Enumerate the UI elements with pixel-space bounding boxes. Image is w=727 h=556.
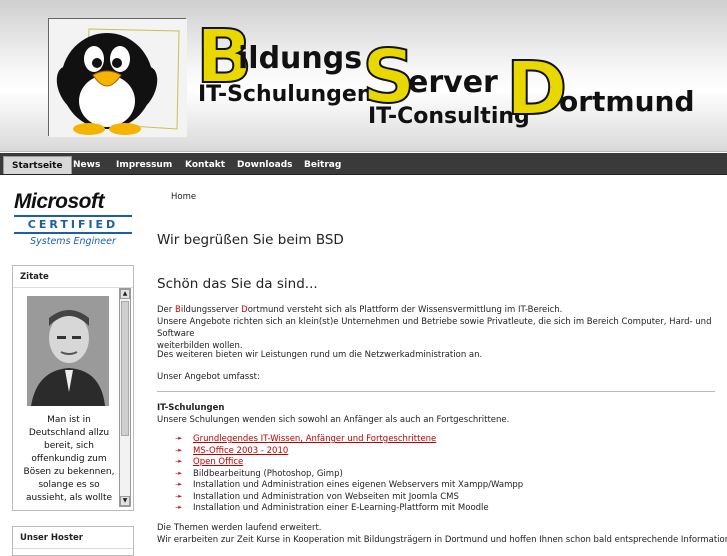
list-item: ➛ Installation und Administration einer E… bbox=[175, 503, 523, 515]
course-text: Bildbearbeitung (Photoshop, Gimp) bbox=[193, 468, 343, 479]
list-item: ➛ Bildbearbeitung (Photoshop, Gimp) bbox=[175, 469, 523, 481]
page-title: Wir begrüßen Sie beim BSD bbox=[157, 232, 344, 248]
intro-der: Der bbox=[157, 305, 175, 315]
sidebar: Microsoft CERTIFIED Systems Engineer Zit… bbox=[0, 176, 150, 556]
course-text: Installation und Administration von Webs… bbox=[193, 491, 459, 502]
intro-ildungsserver: ildungsserver bbox=[180, 305, 242, 315]
title-word-server: erver bbox=[408, 65, 498, 100]
footer-line-1: Die Themen werden laufend erweitert. bbox=[157, 523, 322, 533]
main-navigation: Startseite News Impressum Kontakt Downlo… bbox=[0, 153, 727, 175]
nav-item-beitrag[interactable]: Beitrag bbox=[296, 156, 349, 174]
scroll-down-icon[interactable]: ▼ bbox=[120, 496, 130, 506]
arrow-bullet-icon: ➛ bbox=[175, 503, 183, 513]
author-portrait bbox=[27, 296, 109, 406]
title-word-bildungs: ildungs bbox=[238, 41, 363, 76]
section-title: IT-Schulungen bbox=[157, 403, 225, 413]
course-link[interactable]: Grundlegendes IT-Wissen, Anfänger und Fo… bbox=[193, 434, 436, 444]
section-text: Unsere Schulungen wenden sich sowohl an … bbox=[157, 415, 510, 425]
course-link[interactable]: MS-Office 2003 - 2010 bbox=[193, 446, 288, 456]
arrow-bullet-icon: ➛ bbox=[175, 468, 183, 479]
divider bbox=[157, 391, 715, 392]
list-item[interactable]: ➛ Open Office bbox=[175, 457, 523, 469]
hoster-title: Unser Hoster bbox=[13, 527, 133, 549]
hoster-panel: Unser Hoster bbox=[12, 526, 134, 556]
nav-item-downloads[interactable]: Downloads bbox=[229, 156, 301, 174]
page-subtitle: Schön das Sie da sind... bbox=[157, 276, 318, 292]
intro-line-2: Unsere Angebote richten sich an klein(st… bbox=[157, 317, 712, 339]
list-item: ➛ Installation und Administration von Web… bbox=[175, 492, 523, 504]
nav-item-startseite[interactable]: Startseite bbox=[3, 156, 72, 174]
quote-text: Man ist in Deutschland allzu bereit, sic… bbox=[23, 415, 115, 503]
offer-paragraph: Unser Angebot umfasst: bbox=[157, 372, 260, 382]
quotes-title: Zitate bbox=[13, 266, 133, 288]
course-list: ➛ Grundlegendes IT-Wissen, Anfänger und F… bbox=[175, 434, 523, 515]
nav-item-kontakt[interactable]: Kontakt bbox=[177, 156, 233, 174]
quotes-panel: Zitate Man ist in Deutschland allzu bere… bbox=[12, 265, 134, 511]
arrow-bullet-icon: ➛ bbox=[175, 457, 183, 467]
arrow-bullet-icon: ➛ bbox=[175, 480, 183, 490]
subtitle-it-schulungen: IT-Schulungen bbox=[198, 82, 373, 107]
microsoft-certified-badge[interactable]: Microsoft CERTIFIED Systems Engineer bbox=[14, 190, 132, 247]
scroll-up-icon[interactable]: ▲ bbox=[120, 289, 130, 299]
course-link[interactable]: Open Office bbox=[193, 457, 243, 467]
list-item: ➛ Installation und Administration eines e… bbox=[175, 480, 523, 492]
quote-scrollbar[interactable]: ▲ ▼ bbox=[119, 288, 131, 507]
ms-role: Systems Engineer bbox=[30, 236, 116, 247]
course-text: Installation und Administration einer E-… bbox=[193, 503, 489, 513]
scroll-thumb[interactable] bbox=[121, 301, 129, 436]
penguin-logo bbox=[48, 18, 187, 137]
site-header: B ildungs IT-Schulungen S erver IT-Consu… bbox=[0, 0, 727, 152]
arrow-bullet-icon: ➛ bbox=[175, 445, 183, 456]
title-word-dortmund: ortmund bbox=[559, 85, 695, 118]
main-content: Home Wir begrüßen Sie beim BSD Schön das… bbox=[157, 176, 727, 545]
list-item[interactable]: ➛ Grundlegendes IT-Wissen, Anfänger und F… bbox=[175, 434, 523, 446]
footer-line-2: Wir erarbeiten zur Zeit Kurse in Koopera… bbox=[157, 535, 727, 545]
ms-brand: Microsoft bbox=[14, 190, 105, 213]
intro-paragraph: Der Bildungsserver Dortmund versteht sic… bbox=[157, 304, 719, 352]
intro-rest: ortmund versteht sich als Plattform der … bbox=[247, 305, 563, 315]
nav-item-impressum[interactable]: Impressum bbox=[108, 156, 180, 174]
course-text: Installation und Administration eines ei… bbox=[193, 480, 524, 490]
breadcrumb[interactable]: Home bbox=[171, 192, 196, 202]
network-paragraph: Des weiteren bieten wir Leistungen rund … bbox=[157, 350, 483, 360]
ms-certified: CERTIFIED bbox=[14, 215, 132, 234]
arrow-bullet-icon: ➛ bbox=[175, 434, 183, 444]
nav-item-news[interactable]: News bbox=[65, 156, 108, 174]
arrow-bullet-icon: ➛ bbox=[175, 491, 183, 502]
list-item[interactable]: ➛ MS-Office 2003 - 2010 bbox=[175, 446, 523, 458]
